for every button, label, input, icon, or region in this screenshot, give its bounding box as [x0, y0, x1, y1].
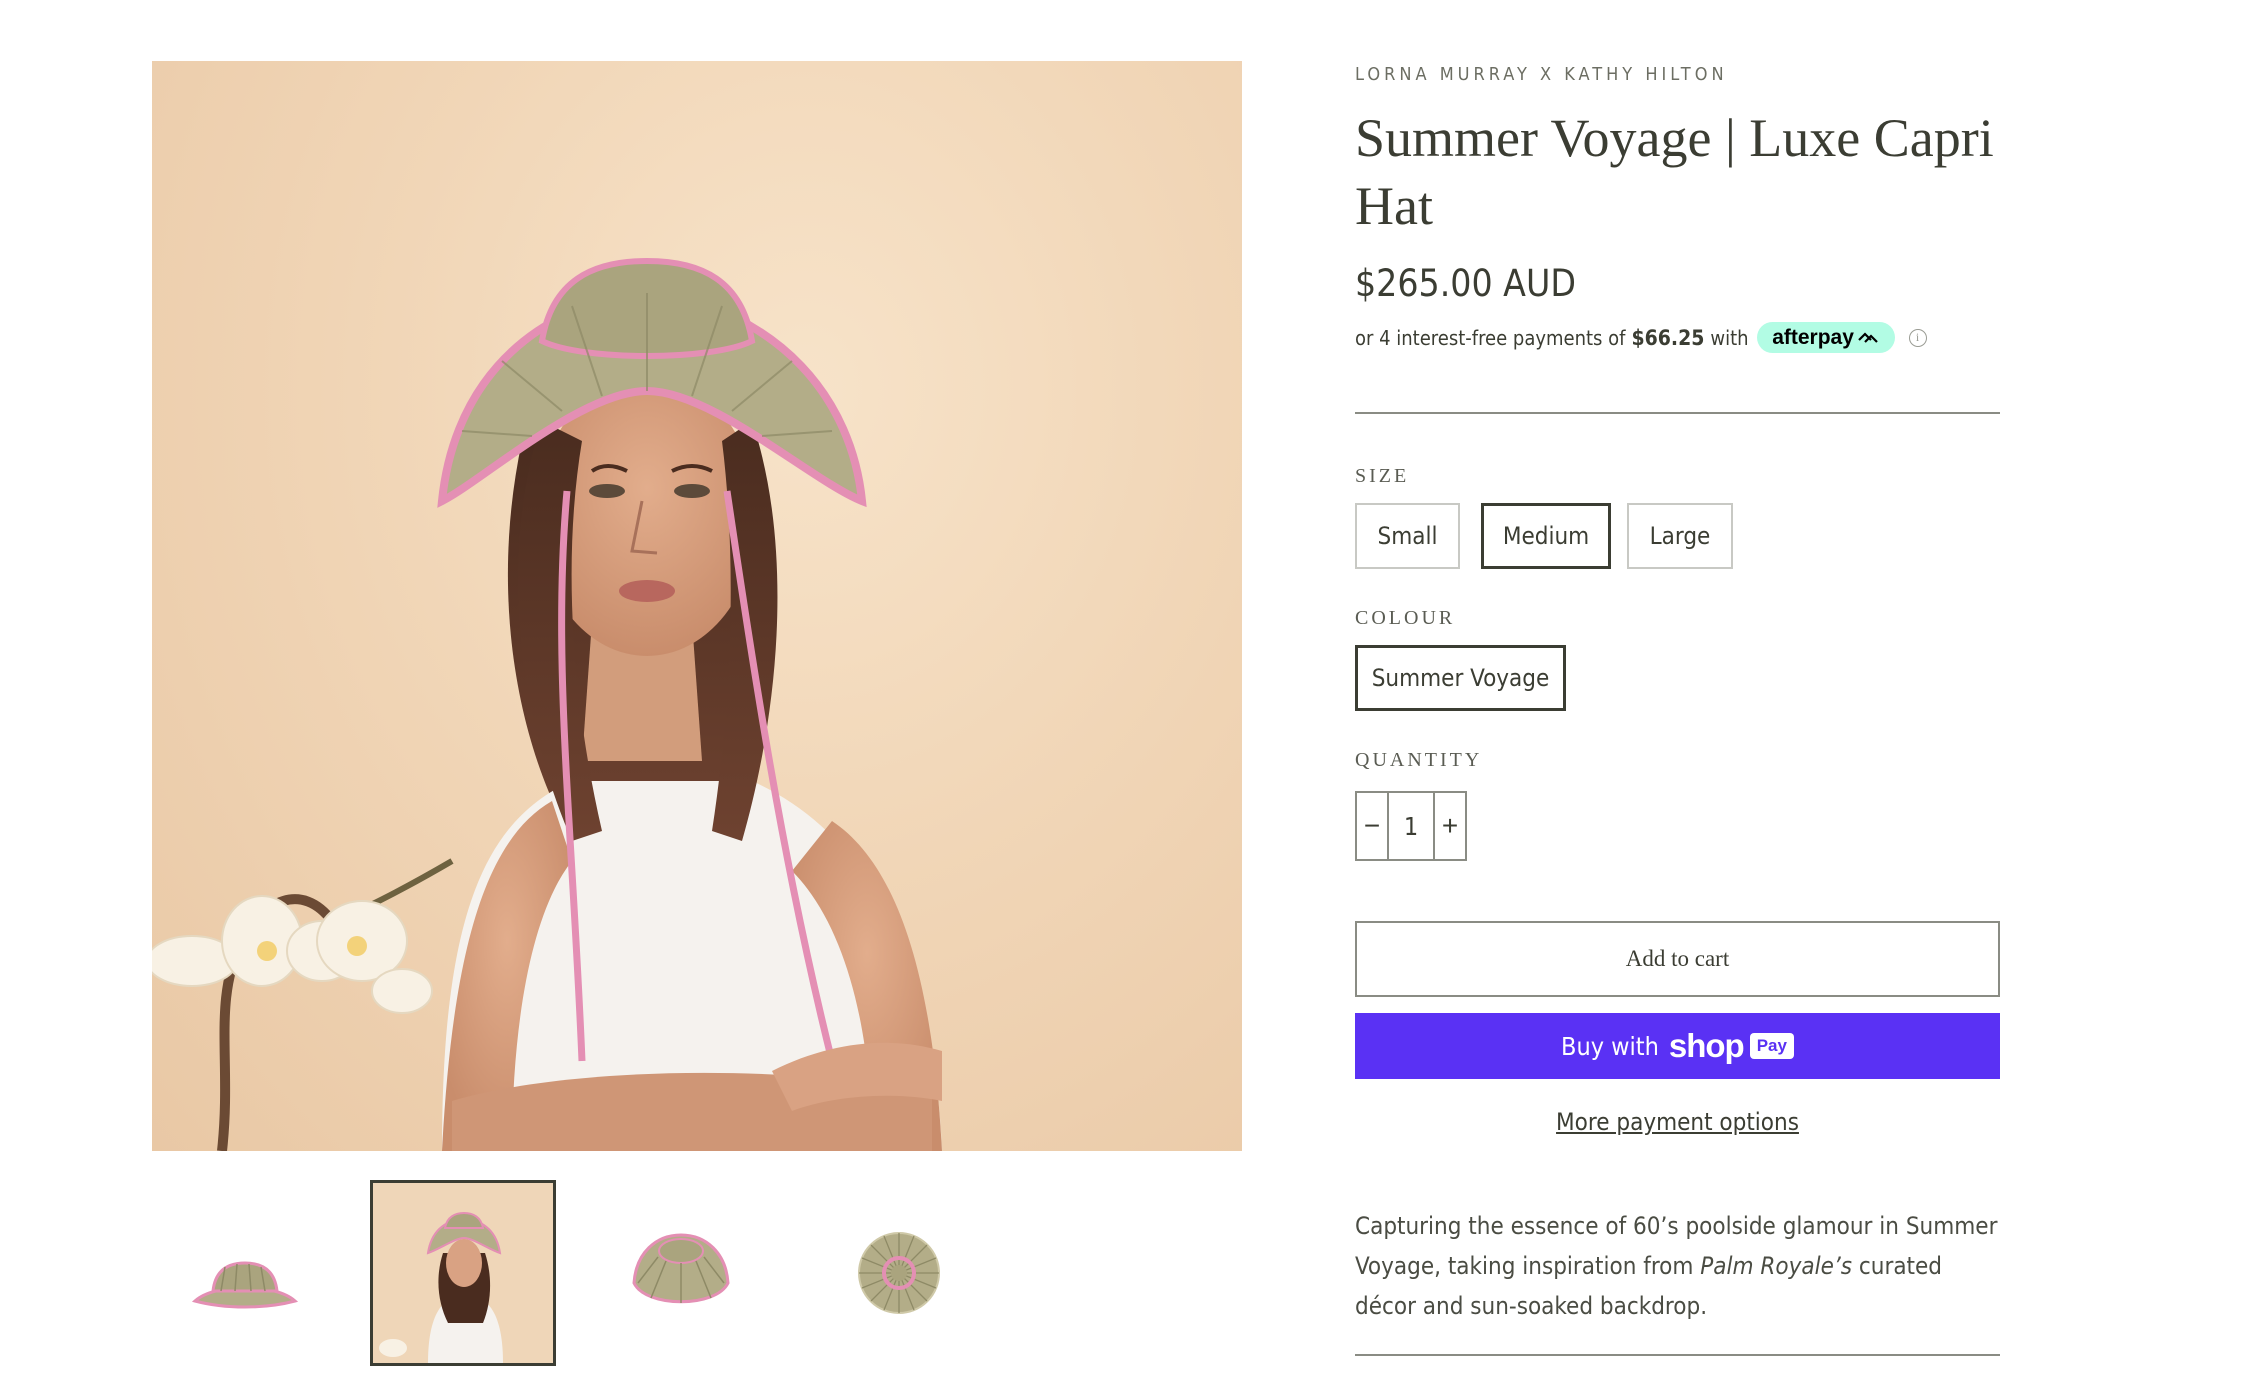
buy-with-shop-pay-button[interactable]: Buy with shop Pay: [1355, 1013, 2000, 1079]
add-to-cart-button[interactable]: Add to cart: [1355, 921, 2000, 997]
divider: [1355, 412, 2000, 414]
buy-with-label: Buy with: [1561, 1031, 1659, 1061]
product-price: $265.00 AUD: [1355, 262, 1576, 305]
product-title: Summer Voyage | Luxe Capri Hat: [1355, 108, 1994, 236]
thumbnail-2[interactable]: [370, 1180, 556, 1366]
hat-side-view-image: [191, 1261, 299, 1309]
quantity-increment-button[interactable]: +: [1435, 793, 1465, 859]
thumbnail-1[interactable]: [152, 1180, 338, 1366]
quantity-decrement-button[interactable]: −: [1357, 793, 1387, 859]
quantity-stepper: − 1 +: [1355, 791, 1467, 861]
thumbnail-4[interactable]: [806, 1180, 992, 1366]
quantity-label: QUANTITY: [1355, 749, 1483, 771]
size-option-medium[interactable]: Medium: [1481, 503, 1611, 569]
pay-badge: Pay: [1749, 1033, 1794, 1059]
product-info-panel: LORNA MURRAY X KATHY HILTON Summer Voyag…: [1355, 0, 2001, 1376]
size-option-small[interactable]: Small: [1355, 503, 1460, 569]
quantity-input[interactable]: 1: [1387, 793, 1435, 859]
afterpay-suffix: with: [1710, 325, 1749, 350]
model-wearing-hat-photo: [152, 257, 942, 1151]
model-wearing-hat-thumbnail: [373, 1183, 553, 1363]
more-payment-options-link[interactable]: More payment options: [1355, 1108, 2000, 1136]
shop-logo: shop: [1668, 1027, 1745, 1064]
hat-top-angle-image: [632, 1233, 730, 1304]
product-description: Capturing the essence of 60’s poolside g…: [1355, 1206, 2000, 1326]
thumbnail-3[interactable]: [588, 1180, 774, 1366]
hat-top-down-image: [858, 1232, 940, 1314]
size-label: SIZE: [1355, 465, 1410, 487]
colour-label: COLOUR: [1355, 607, 1456, 629]
size-option-large[interactable]: Large: [1627, 503, 1733, 569]
colour-option-summer-voyage[interactable]: Summer Voyage: [1355, 645, 1566, 711]
afterpay-prefix: or 4 interest-free payments of: [1355, 325, 1626, 350]
afterpay-amount: $66.25: [1631, 325, 1705, 350]
afterpay-installments: or 4 interest-free payments of $66.25 wi…: [1355, 322, 1927, 353]
product-main-image[interactable]: [152, 61, 1242, 1151]
afterpay-info-icon[interactable]: i: [1908, 328, 1927, 347]
afterpay-brand: afterpay: [1772, 325, 1854, 349]
product-vendor: LORNA MURRAY X KATHY HILTON: [1355, 64, 1728, 85]
description-italic: Palm Royale’s: [1700, 1252, 1853, 1280]
thumbnail-strip: [152, 1180, 1242, 1372]
afterpay-arrows-icon: [1858, 331, 1878, 343]
divider-bottom: [1355, 1354, 2000, 1356]
afterpay-logo[interactable]: afterpay: [1756, 322, 1895, 353]
